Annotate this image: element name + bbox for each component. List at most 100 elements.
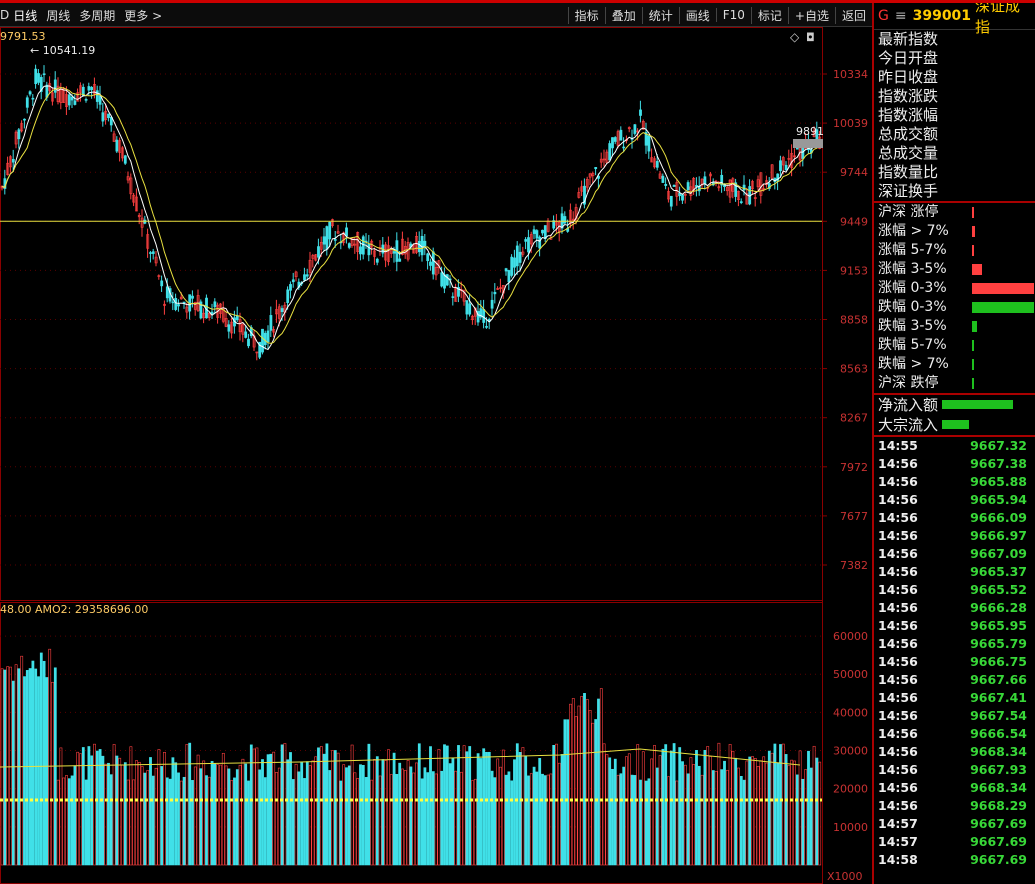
volume-bar bbox=[793, 760, 796, 866]
volume-bar bbox=[524, 755, 528, 866]
volume-bar bbox=[25, 670, 29, 866]
volume-bar bbox=[311, 760, 315, 866]
volume-bar bbox=[527, 775, 530, 866]
tick-time: 14:57 bbox=[878, 834, 918, 849]
tick-price: 9667.69 bbox=[970, 834, 1027, 849]
volume-bar bbox=[345, 767, 348, 866]
volume-bar bbox=[711, 770, 715, 866]
tick-price: 9667.93 bbox=[970, 762, 1027, 777]
candle-body bbox=[107, 113, 110, 119]
volume-bar bbox=[695, 750, 698, 866]
toolbar-button-3[interactable]: 画线 bbox=[678, 6, 716, 24]
volume-bar bbox=[543, 775, 547, 866]
volume-bar bbox=[583, 693, 586, 866]
candle-body bbox=[420, 236, 424, 256]
volume-bar bbox=[521, 747, 525, 866]
toolbar-button-7[interactable]: 返回 bbox=[834, 6, 872, 24]
breadth-bar bbox=[972, 226, 975, 237]
volume-bar bbox=[423, 767, 427, 866]
toolbar-button-5[interactable]: 标记 bbox=[750, 6, 788, 24]
toolbar-button-4[interactable]: F10 bbox=[715, 8, 751, 22]
breadth-row: 跌幅 > 7% bbox=[874, 355, 1035, 374]
volume-bar bbox=[697, 765, 701, 866]
menu-icon[interactable]: ≡ bbox=[895, 8, 907, 24]
volume-bar bbox=[594, 719, 598, 866]
volume-bar bbox=[616, 774, 620, 866]
candle-body bbox=[174, 297, 178, 310]
volume-bar bbox=[319, 746, 323, 866]
tab-2[interactable]: 多周期 bbox=[79, 7, 115, 24]
breadth-bar bbox=[972, 207, 974, 218]
volume-bar bbox=[389, 774, 393, 866]
volume-axis-label: 30000 bbox=[833, 745, 868, 758]
toolbar-button-2[interactable]: 统计 bbox=[641, 6, 679, 24]
tick-list[interactable]: 14:55 9667.32 14:56 9667.38 14:56 9665.88 14:5… bbox=[874, 437, 1035, 869]
volume-bar bbox=[412, 772, 416, 866]
toolbar-button-1[interactable]: 叠加 bbox=[604, 6, 642, 24]
tick-price: 9667.09 bbox=[970, 546, 1027, 561]
volume-bar bbox=[266, 754, 270, 866]
volume-bar bbox=[115, 755, 119, 866]
volume-bar bbox=[496, 758, 500, 866]
tick-price: 9666.75 bbox=[970, 654, 1027, 669]
volume-axis-label: 20000 bbox=[833, 783, 868, 796]
tick-time: 14:56 bbox=[878, 654, 918, 669]
candle-body bbox=[286, 289, 290, 303]
volume-bar bbox=[591, 722, 595, 866]
volume-bar bbox=[580, 696, 584, 866]
candle-body bbox=[70, 96, 74, 101]
tick-row: 14:56 9667.93 bbox=[874, 761, 1035, 779]
candle-body bbox=[149, 252, 152, 254]
tick-price: 9665.88 bbox=[970, 474, 1027, 489]
volume-bar bbox=[395, 773, 399, 866]
volume-bar bbox=[471, 780, 474, 866]
volume-bar bbox=[350, 744, 354, 866]
volume-bar bbox=[297, 771, 301, 866]
candle-body bbox=[160, 280, 164, 287]
breadth-row: 涨幅 3-5% bbox=[874, 260, 1035, 279]
tab-1[interactable]: 周线 bbox=[46, 7, 70, 24]
volume-bar bbox=[636, 744, 640, 866]
candle-body bbox=[524, 239, 528, 242]
volume-bar bbox=[557, 762, 561, 866]
volume-bar bbox=[431, 771, 435, 866]
volume-bar bbox=[639, 779, 642, 866]
tick-time: 14:56 bbox=[878, 546, 918, 561]
volume-bar bbox=[263, 777, 267, 866]
toolbar-button-0[interactable]: 指标 bbox=[567, 6, 605, 24]
volume-bar bbox=[387, 749, 390, 866]
candle-body bbox=[445, 274, 449, 286]
volume-bar bbox=[121, 764, 124, 866]
volume-bar bbox=[675, 780, 679, 866]
volume-bar bbox=[795, 774, 799, 866]
toolbar-button-6[interactable]: +自选 bbox=[787, 6, 835, 24]
volume-bar bbox=[104, 763, 108, 866]
volume-bar bbox=[398, 762, 402, 866]
candle-body bbox=[115, 139, 119, 152]
volume-bar bbox=[392, 752, 396, 866]
candle-body bbox=[23, 118, 26, 121]
volume-bar bbox=[378, 775, 382, 866]
quote-field-label: 指数涨幅 bbox=[878, 106, 939, 124]
tab-3[interactable]: 更多 > bbox=[124, 7, 162, 24]
candle-body bbox=[672, 185, 676, 187]
volume-bar bbox=[625, 756, 628, 866]
volume-bar bbox=[275, 772, 278, 866]
breadth-bar bbox=[972, 378, 974, 389]
volume-bar bbox=[140, 766, 144, 866]
diamond-icon[interactable]: ◇ bbox=[790, 30, 800, 44]
breadth-label: 涨幅 0-3% bbox=[878, 280, 947, 296]
tab-0[interactable]: 日线 bbox=[13, 7, 37, 24]
group-badge[interactable]: G bbox=[878, 8, 889, 24]
volume-bar bbox=[179, 780, 183, 866]
square-icon[interactable]: ◘ bbox=[806, 31, 815, 44]
tick-price: 9667.32 bbox=[970, 438, 1027, 453]
quote-field-label: 总成交额 bbox=[878, 125, 939, 143]
candle-body bbox=[417, 240, 421, 253]
kline-chart[interactable]: 10334 10039 9744 9449 9153 8858 8563 8267 7972 76… bbox=[0, 27, 872, 884]
volume-bar bbox=[818, 761, 822, 866]
volume-bar bbox=[686, 773, 690, 866]
volume-bar bbox=[647, 778, 651, 866]
volume-bar bbox=[706, 746, 710, 866]
candle-body bbox=[123, 155, 127, 164]
